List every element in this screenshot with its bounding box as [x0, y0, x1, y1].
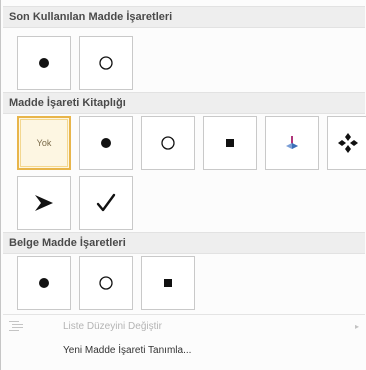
document-bullets-header: Belge Madde İşaretleri [3, 232, 365, 254]
filled-square-icon [164, 279, 172, 287]
define-new-bullet-item[interactable]: Yeni Madde İşareti Tanımla... [3, 340, 365, 362]
define-new-bullet-label: Yeni Madde İşareti Tanımla... [63, 345, 192, 356]
picture-bullet-icon [286, 136, 298, 149]
recent-bullet-hollow-circle[interactable] [79, 36, 133, 90]
bullet-library-dropdown: Son Kullanılan Madde İşaretleri Madde İş… [0, 0, 366, 370]
change-list-level-item[interactable]: Liste Düzeyini Değiştir ▸ [3, 316, 365, 338]
menu-separator [3, 314, 365, 315]
list-level-icon [9, 321, 23, 331]
document-bullet-hollow-circle[interactable] [79, 256, 133, 310]
change-list-level-label: Liste Düzeyini Değiştir [63, 321, 162, 332]
library-bullet-filled-circle[interactable] [79, 116, 133, 170]
library-bullet-four-diamonds[interactable] [327, 116, 366, 170]
filled-square-icon [226, 139, 234, 147]
checkmark-icon [96, 193, 116, 212]
hollow-circle-icon [161, 136, 175, 150]
library-bullet-filled-square[interactable] [203, 116, 257, 170]
library-bullet-picture[interactable] [265, 116, 319, 170]
four-diamonds-icon [337, 133, 358, 153]
bullet-library-header: Madde İşareti Kitaplığı [3, 92, 365, 114]
filled-circle-icon [101, 138, 111, 148]
hollow-circle-icon [99, 56, 113, 70]
library-bullet-arrowhead[interactable] [17, 176, 71, 230]
document-bullet-filled-circle[interactable] [17, 256, 71, 310]
filled-circle-icon [39, 58, 49, 68]
none-label: Yok [36, 138, 52, 148]
arrowhead-icon [35, 195, 53, 211]
submenu-arrow-icon: ▸ [354, 322, 359, 331]
recent-bullet-filled-circle[interactable] [17, 36, 71, 90]
library-bullet-hollow-circle[interactable] [141, 116, 195, 170]
filled-circle-icon [39, 278, 49, 288]
library-bullet-none[interactable]: Yok [17, 116, 71, 170]
library-bullet-checkmark[interactable] [79, 176, 133, 230]
document-bullet-filled-square[interactable] [141, 256, 195, 310]
recent-bullets-header: Son Kullanılan Madde İşaretleri [3, 6, 365, 28]
hollow-circle-icon [99, 276, 113, 290]
